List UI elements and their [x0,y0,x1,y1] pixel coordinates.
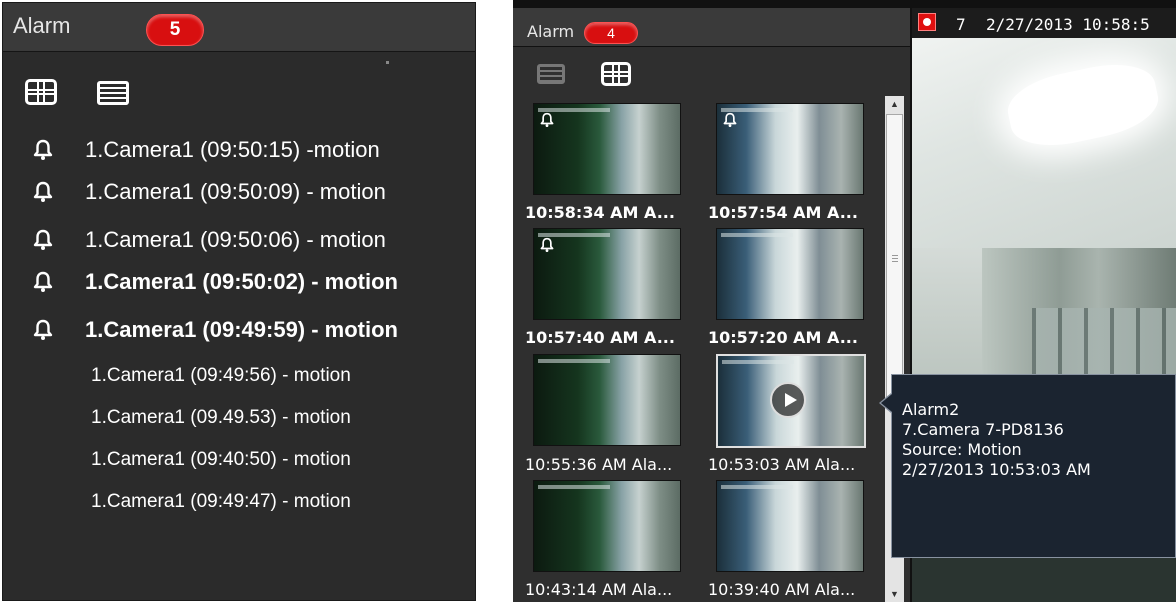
bell-icon [33,229,53,251]
thumbnail-label: 10:57:40 AM A... [525,328,675,347]
alarm-tooltip: Alarm2 7.Camera 7-PD8136 Source: Motion … [879,374,1176,558]
alarm-list-item[interactable]: 1.Camera1 (09:50:02) - motion [3,263,475,303]
alarm-title: Alarm [527,22,575,41]
thumbnail-banner [721,485,793,489]
alarm-title: Alarm [13,13,71,38]
alarm-thumbnail[interactable] [716,228,864,320]
thumbnail-banner [721,233,793,237]
alarm-list-item-label: 1.Camera1 (09:50:15) -motion [85,137,380,162]
alarm-count-badge: 4 [584,22,638,44]
record-icon[interactable] [918,13,936,31]
video-status-bar: 7 2/27/2013 10:58:5 [912,8,1176,38]
tooltip-camera: 7.Camera 7-PD8136 [902,420,1064,439]
play-icon[interactable] [770,382,806,418]
alarm-thumbnail[interactable] [533,103,681,195]
alarm-list-item[interactable]: 1.Camera1 (09.49.53) - motion [3,401,475,441]
alarm-panel-header: Alarm 4 [513,8,910,47]
tooltip-arrow [879,393,892,413]
alarm-list-item-label: 1.Camera1 (09:49:56) - motion [91,365,351,386]
alarm-thumbnail[interactable] [716,480,864,572]
bell-icon [540,112,554,128]
alarm-panel-header: Alarm 5 [3,3,475,52]
channel-number: 7 [956,15,966,34]
tooltip-datetime: 2/27/2013 10:53:03 AM [902,460,1091,479]
alarm-list-item[interactable]: 1.Camera1 (09:50:09) - motion [3,173,475,213]
thumbnail-banner [538,485,610,489]
alarm-panel-right: Alarm 4 10:58:34 AM A... 10:57:54 AM A...… [513,8,912,602]
list-view-icon[interactable] [97,81,129,105]
alarm-list-item-label: 1.Camera1 (09:40:50) - motion [91,449,351,470]
scrollbar-thumb[interactable] [886,114,903,404]
alarm-thumbnail[interactable] [533,480,681,572]
grip-icon [892,255,898,263]
thumbnail-label: 10:53:03 AM Ala... [708,455,856,474]
tooltip-source: Source: Motion [902,440,1022,459]
alarm-list-item-label: 1.Camera1 (09.49.53) - motion [91,407,351,428]
bell-icon [33,271,53,293]
scroll-up-arrow-icon[interactable]: ▲ [885,96,904,112]
divider-dot [386,61,389,64]
video-timestamp: 2/27/2013 10:58:5 [986,15,1150,34]
list-view-icon[interactable] [537,64,565,84]
top-border [513,0,1176,8]
alarm-list-item-label: 1.Camera1 (09:50:02) - motion [85,269,398,294]
bell-icon [723,112,737,128]
alarm-thumbnail[interactable] [716,103,864,195]
thumbnail-banner [538,359,610,363]
scroll-down-arrow-icon[interactable]: ▼ [885,586,904,602]
alarm-list-item[interactable]: 1.Camera1 (09:49:47) - motion [3,485,475,525]
alarm-thumbnail[interactable] [533,354,681,446]
alarm-thumbnail[interactable] [533,228,681,320]
thumbnail-banner [722,360,794,364]
tooltip-alarm-name: Alarm2 [902,400,960,419]
thumbnail-label: 10:43:14 AM Ala... [525,580,673,599]
thumbnail-label: 10:57:54 AM A... [708,203,858,222]
thumbnail-label: 10:55:36 AM Ala... [525,455,673,474]
thumbnail-label: 10:58:34 AM A... [525,203,675,222]
bell-icon [33,139,53,161]
alarm-count-badge: 5 [146,14,204,46]
alarm-list-item[interactable]: 1.Camera1 (09:50:15) -motion [3,131,475,171]
alarm-list-item-label: 1.Camera1 (09:49:59) - motion [85,317,398,342]
alarm-list-item[interactable]: 1.Camera1 (09:49:59) - motion [3,311,475,351]
grid-view-icon[interactable] [25,79,57,105]
bell-icon [33,181,53,203]
alarm-list-item-label: 1.Camera1 (09:49:47) - motion [91,491,351,512]
alarm-list-item[interactable]: 1.Camera1 (09:49:56) - motion [3,359,475,399]
alarm-list-item[interactable]: 1.Camera1 (09:40:50) - motion [3,443,475,483]
alarm-panel-left: Alarm 5 1.Camera1 (09:50:15) -motion 1.Ca… [2,2,476,601]
alarm-list-item-label: 1.Camera1 (09:50:09) - motion [85,179,386,204]
thumbnail-label: 10:39:40 AM Ala... [708,580,856,599]
alarm-list-item-label: 1.Camera1 (09:50:06) - motion [85,227,386,252]
alarm-list-item[interactable]: 1.Camera1 (09:50:06) - motion [3,221,475,261]
thumbnail-label: 10:57:20 AM A... [708,328,858,347]
alarm-thumbnail[interactable] [716,354,866,448]
bell-icon [540,237,554,253]
grid-view-icon[interactable] [601,62,631,86]
bell-icon [33,319,53,341]
